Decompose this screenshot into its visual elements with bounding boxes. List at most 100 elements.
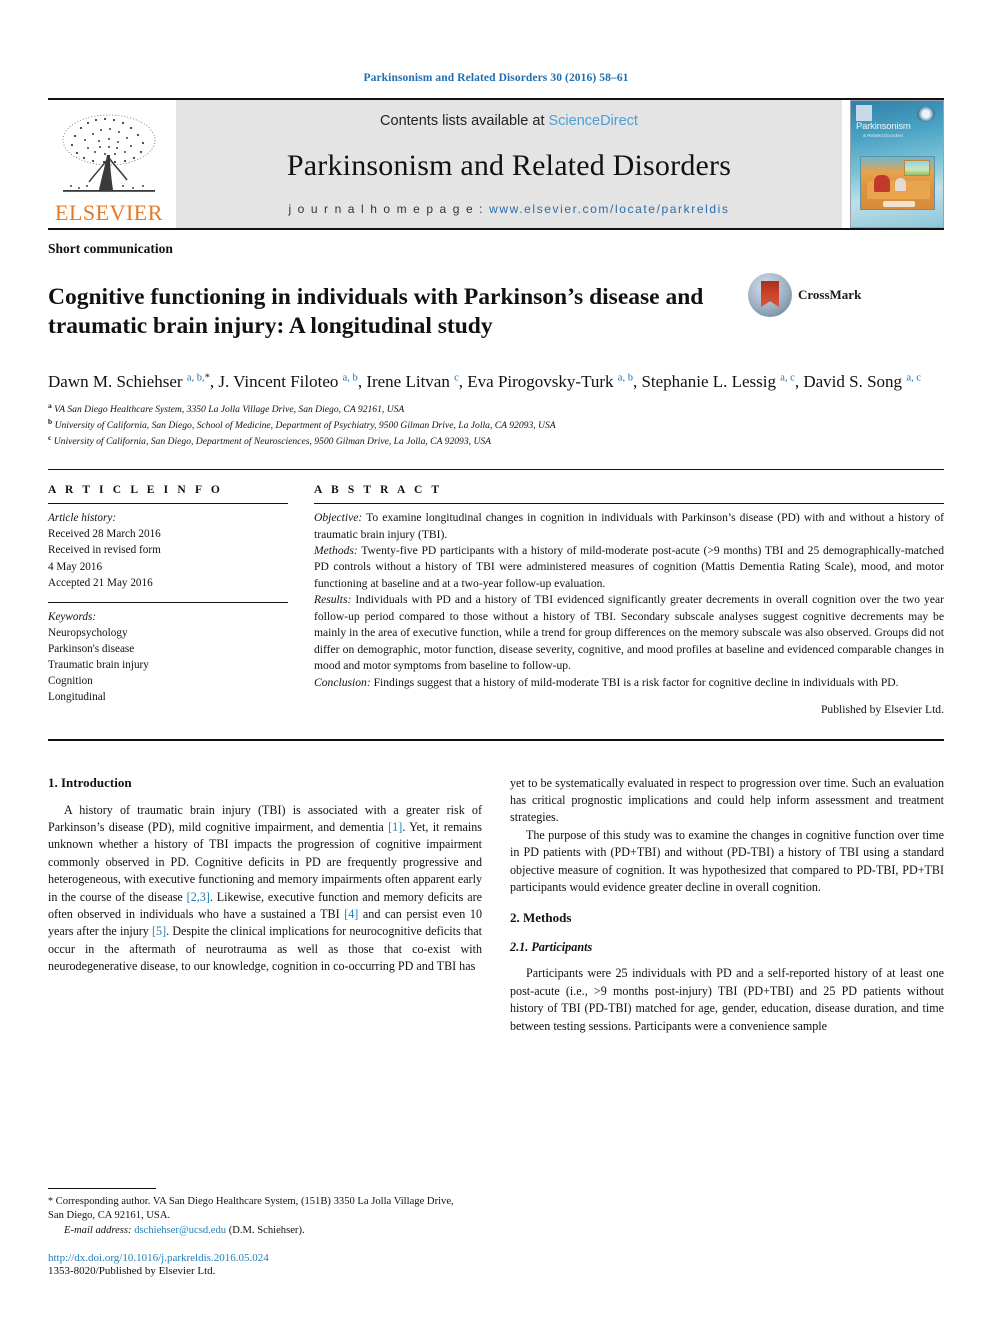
affiliation-mark: c <box>48 433 52 443</box>
cover-art-painting <box>904 160 930 176</box>
masthead-bottom-rule <box>48 228 944 230</box>
article-info-heading: A R T I C L E I N F O <box>48 484 223 497</box>
cover-art-figure-red <box>874 174 891 193</box>
article-history-item: Received 28 March 2016 <box>48 528 161 541</box>
author-affil-marks: a, c <box>780 372 795 384</box>
body-column-left: 1. Introduction A history of traumatic b… <box>48 775 482 1035</box>
abstract-methods-label: Methods: <box>314 544 358 558</box>
body-columns: 1. Introduction A history of traumatic b… <box>48 775 944 1035</box>
journal-homepage-label: j o u r n a l h o m e p a g e : <box>288 202 490 216</box>
intro-paragraph-1-continued: yet to be systematically evaluated in re… <box>510 775 944 825</box>
crossmark-badge-group[interactable]: CrossMark <box>748 273 861 317</box>
keyword-item: Neuropsychology <box>48 626 128 639</box>
abstract-results-label: Results: <box>314 593 352 607</box>
abstract-heading: A B S T R A C T <box>314 484 443 497</box>
journal-masthead: ELSEVIER Contents lists available at Sci… <box>48 98 944 228</box>
keywords-label: Keywords: <box>48 610 97 623</box>
abstract-results-text: Individuals with PD and a history of TBI… <box>314 593 944 673</box>
citation-ref-5[interactable]: [5] <box>152 924 166 938</box>
abstract-body: Objective: To examine longitudinal chang… <box>314 510 944 718</box>
running-head: Parkinsonism and Related Disorders 30 (2… <box>363 72 629 84</box>
author-name[interactable]: Irene Litvan <box>366 372 450 391</box>
article-history-block: Article history: Received 28 March 2016 … <box>48 510 288 591</box>
journal-band: Contents lists available at ScienceDirec… <box>176 100 842 228</box>
contents-lists-prefix: Contents lists available at <box>380 113 549 129</box>
section-heading-methods: 2. Methods <box>510 910 572 926</box>
abstract-methods-text: Twenty-five PD participants with a histo… <box>314 544 944 590</box>
sciencedirect-link[interactable]: ScienceDirect <box>549 113 638 129</box>
keyword-item: Parkinson's disease <box>48 643 135 655</box>
abstract-conclusion-text: Findings suggest that a history of mild-… <box>370 675 899 689</box>
author-name[interactable]: Dawn M. Schiehser <box>48 372 183 391</box>
page-title: Cognitive functioning in individuals wit… <box>48 283 704 339</box>
contents-lists-line: Contents lists available at ScienceDirec… <box>380 113 638 129</box>
keywords-block: Keywords: Neuropsychology Parkinson's di… <box>48 609 288 706</box>
abstract-bottom-rule <box>48 738 944 741</box>
subsection-heading-participants: 2.1. Participants <box>510 940 593 955</box>
article-history-item: Accepted 21 May 2016 <box>48 576 153 589</box>
affiliation-mark: b <box>48 416 53 426</box>
author-affil-marks: a, b <box>617 372 633 384</box>
affiliation-mark: a <box>48 400 52 410</box>
abstract-column: A B S T R A C T Objective: To examine lo… <box>314 484 944 718</box>
intro-paragraph-2: The purpose of this study was to examine… <box>510 827 944 894</box>
intro-paragraph-1: A history of traumatic brain injury (TBI… <box>48 802 482 976</box>
author-name[interactable]: Stephanie L. Lessig <box>641 372 776 391</box>
doi-link[interactable]: http://dx.doi.org/10.1016/j.parkreldis.2… <box>48 1252 472 1264</box>
journal-homepage-line: j o u r n a l h o m e p a g e : www.else… <box>288 202 729 216</box>
abstract-objective-text: To examine longitudinal changes in cogni… <box>314 511 944 541</box>
author-name[interactable]: J. Vincent Filoteo <box>218 372 338 391</box>
cover-society-mark-icon <box>917 106 935 122</box>
abstract-conclusion-label: Conclusion: <box>314 675 371 689</box>
affiliation-text: University of California, San Diego, Dep… <box>53 436 492 448</box>
abstract-paragraph-results: Results: Individuals with PD and a histo… <box>314 592 944 674</box>
elsevier-logo: ELSEVIER <box>48 100 170 228</box>
article-history-item: 4 May 2016 <box>48 560 103 573</box>
journal-homepage-link[interactable]: www.elsevier.com/locate/parkreldis <box>489 202 729 216</box>
email-line: E-mail address: dschiehser@ucsd.edu (D.M… <box>48 1224 472 1239</box>
title-row: Cognitive functioning in individuals wit… <box>48 267 944 357</box>
affiliation-item: a VA San Diego Healthcare System, 3350 L… <box>48 401 944 417</box>
body-column-right: yet to be systematically evaluated in re… <box>510 775 944 1035</box>
abstract-objective-label: Objective: <box>314 511 363 525</box>
section-heading-introduction: 1. Introduction <box>48 774 132 790</box>
email-address-link[interactable]: dschiehser@ucsd.edu <box>134 1225 226 1236</box>
citation-ref-4[interactable]: [4] <box>344 907 358 921</box>
keyword-item: Traumatic brain injury <box>48 659 149 672</box>
keyword-item: Longitudinal <box>48 691 106 704</box>
abstract-paragraph-methods: Methods: Twenty-five PD participants wit… <box>314 543 944 592</box>
published-by-line: Published by Elsevier Ltd. <box>820 703 944 717</box>
article-type-label: Short communication <box>48 241 173 256</box>
footnote-rule <box>48 1187 156 1189</box>
footnote-area: * Corresponding author. VA San Diego Hea… <box>48 1187 472 1277</box>
cover-elsevier-mark-icon <box>856 105 872 121</box>
corresponding-author-footnote: * Corresponding author. VA San Diego Hea… <box>48 1195 472 1239</box>
cover-title: Parkinsonism <box>856 121 911 132</box>
author-name[interactable]: David S. Song <box>803 372 902 391</box>
info-abstract-section: A R T I C L E I N F O Article history: R… <box>48 469 944 718</box>
affiliation-item: c University of California, San Diego, D… <box>48 433 944 449</box>
journal-cover-thumbnail: Parkinsonism & Related Disorders <box>850 100 944 228</box>
elsevier-tree-icon <box>55 110 163 202</box>
email-owner-text: (D.M. Schiehser). <box>226 1225 305 1237</box>
citation-ref-2[interactable]: [2,3] <box>187 890 210 904</box>
cover-art-figure-white <box>894 177 907 192</box>
citation-ref-1[interactable]: [1] <box>388 820 402 834</box>
participants-paragraph-1: Participants were 25 individuals with PD… <box>510 966 944 1033</box>
cover-artwork <box>860 156 935 210</box>
journal-title: Parkinsonism and Related Disorders <box>286 148 732 182</box>
cover-subtitle: & Related Disorders <box>863 133 904 138</box>
issn-copyright-line: 1353-8020/Published by Elsevier Ltd. <box>48 1265 216 1277</box>
affiliation-text: University of California, San Diego, Sch… <box>54 420 556 432</box>
elsevier-wordmark: ELSEVIER <box>55 200 163 225</box>
crossmark-label: CrossMark <box>798 287 862 302</box>
abstract-paragraph-conclusion: Conclusion: Findings suggest that a hist… <box>314 675 944 691</box>
affiliation-list: a VA San Diego Healthcare System, 3350 L… <box>48 401 944 449</box>
author-list: Dawn M. Schiehser a, b,*, J. Vincent Fil… <box>48 371 921 391</box>
keywords-rule <box>48 601 288 603</box>
author-name[interactable]: Eva Pirogovsky-Turk <box>467 372 613 391</box>
article-info-rule <box>48 503 288 505</box>
email-address-label: E-mail address: <box>64 1225 132 1237</box>
